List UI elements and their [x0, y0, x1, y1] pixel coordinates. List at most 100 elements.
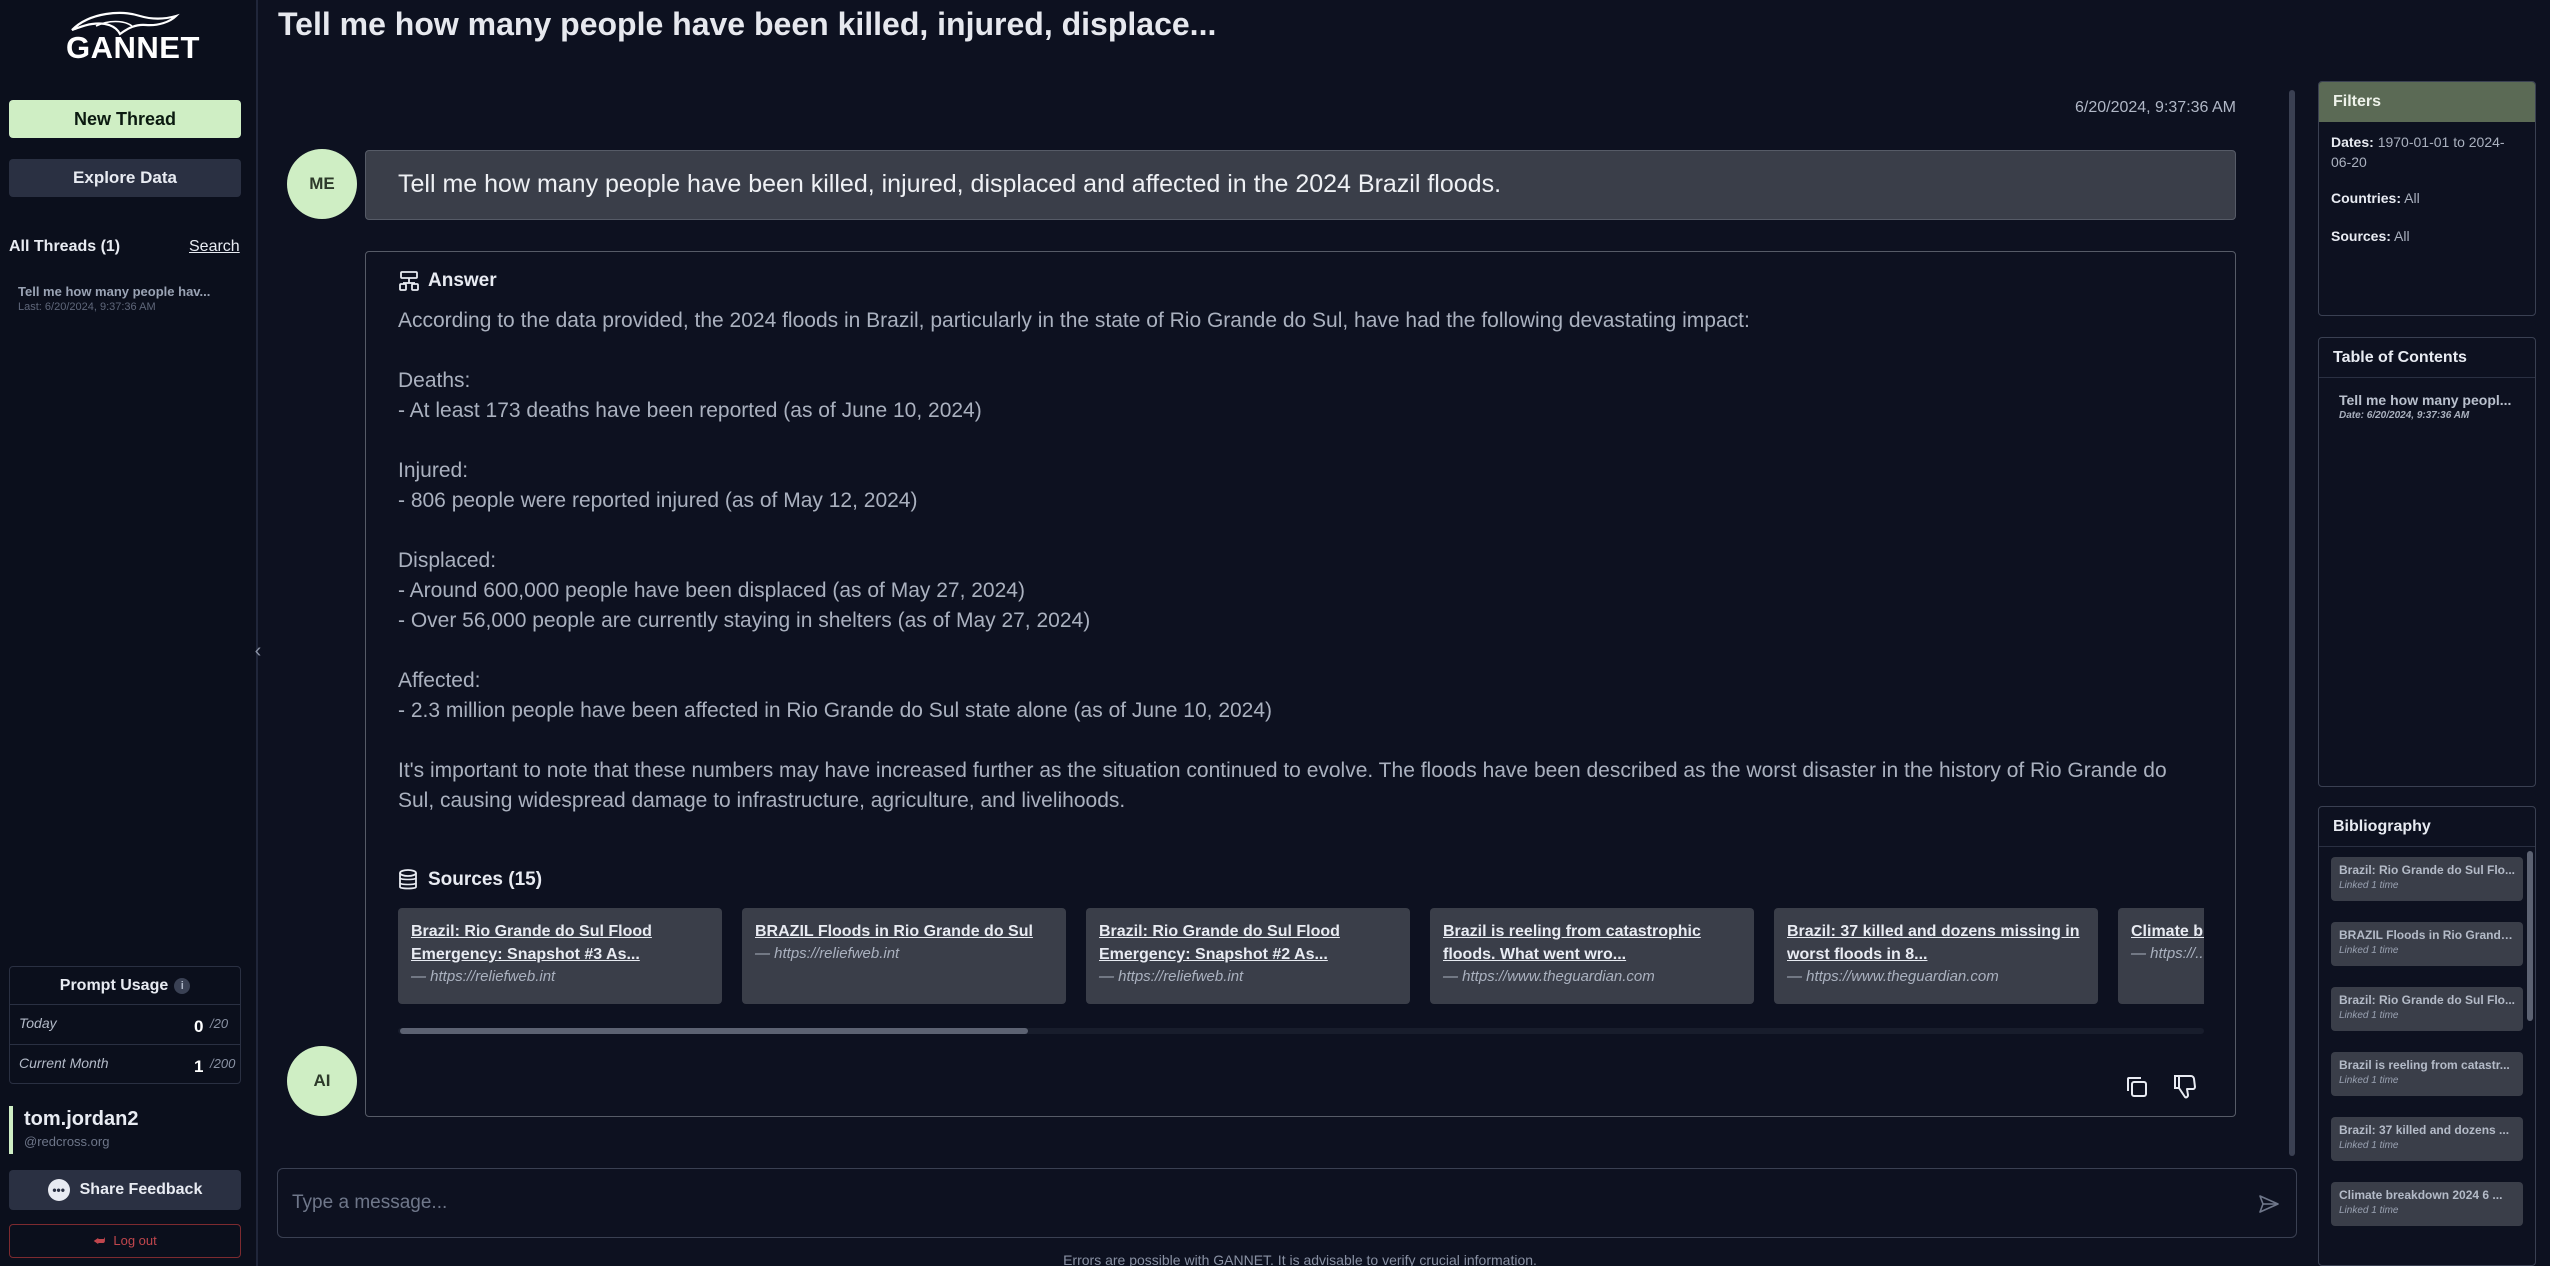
answer-affected-heading: Affected:: [398, 669, 481, 692]
user-message: Tell me how many people have been killed…: [365, 150, 2236, 220]
bibliography-item[interactable]: Brazil: Rio Grande do Sul Flo... Linked …: [2331, 987, 2523, 1031]
filter-dates-label: Dates:: [2331, 134, 2374, 150]
bibliography-item-count: Linked 1 time: [2339, 1140, 2399, 1151]
message-timestamp: 6/20/2024, 9:37:36 AM: [2074, 99, 2236, 116]
source-card[interactable]: Brazil is reeling from catastrophic floo…: [1430, 908, 1754, 1004]
network-icon: [399, 271, 419, 291]
usage-month-value: 1: [194, 1057, 204, 1076]
sources-scrollbar-thumb[interactable]: [400, 1028, 1028, 1034]
source-card[interactable]: Brazil: Rio Grande do Sul Flood Emergenc…: [398, 908, 722, 1004]
exit-door-icon: ⮨: [93, 1233, 106, 1248]
filter-dates: Dates: 1970-01-01 to 2024-06-20: [2319, 132, 2535, 172]
usage-month-label: Current Month: [19, 1055, 109, 1071]
filters-panel: Filters Dates: 1970-01-01 to 2024-06-20 …: [2318, 81, 2536, 316]
source-card[interactable]: BRAZIL Floods in Rio Grande do Sul — htt…: [742, 908, 1066, 1004]
source-card[interactable]: Brazil: 37 killed and dozens missing in …: [1774, 908, 2098, 1004]
logout-button[interactable]: ⮨ Log out: [9, 1224, 241, 1258]
user-email: @redcross.org: [24, 1134, 110, 1149]
send-icon[interactable]: [2258, 1193, 2280, 1215]
toc-item[interactable]: Tell me how many peopl... Date: 6/20/202…: [2319, 378, 2535, 421]
bibliography-item-count: Linked 1 time: [2339, 945, 2399, 956]
source-url: — https://www.theguardian.com: [1443, 968, 1655, 985]
filter-sources: Sources: All: [2319, 226, 2535, 246]
bibliography-item-count: Linked 1 time: [2339, 880, 2399, 891]
user-name: tom.jordan2: [24, 1108, 139, 1130]
source-card[interactable]: Brazil: Rio Grande do Sul Flood Emergenc…: [1086, 908, 1410, 1004]
copy-icon[interactable]: [2124, 1074, 2150, 1100]
bibliography-item-title: Brazil: Rio Grande do Sul Flo...: [2339, 863, 2515, 877]
bibliography-item[interactable]: BRAZIL Floods in Rio Grande... Linked 1 …: [2331, 922, 2523, 966]
search-threads-link[interactable]: Search: [189, 238, 240, 256]
toc-item-date: Date: 6/20/2024, 9:37:36 AM: [2339, 410, 2470, 421]
logo-wordmark: GANNET: [66, 30, 200, 65]
explore-data-button[interactable]: Explore Data: [9, 159, 241, 197]
usage-today-max: /20: [210, 1016, 229, 1031]
bibliography-title: Bibliography: [2319, 807, 2535, 847]
bibliography-item-title: BRAZIL Floods in Rio Grande...: [2339, 928, 2515, 942]
bibliography-item-count: Linked 1 time: [2339, 1010, 2399, 1021]
user-accent-bar: [9, 1106, 13, 1154]
bibliography-item[interactable]: Brazil: Rio Grande do Sul Flo... Linked …: [2331, 857, 2523, 901]
source-url: — https://reliefweb.int: [755, 945, 900, 962]
source-title[interactable]: Climate b... climate c...: [2131, 920, 2204, 943]
filters-title: Filters: [2319, 82, 2535, 122]
source-title[interactable]: Brazil: Rio Grande do Sul Flood Emergenc…: [1099, 920, 1397, 966]
filter-countries-value: All: [2404, 190, 2420, 206]
collapse-sidebar-chevron-icon[interactable]: ‹: [248, 636, 268, 666]
chat-bubble-icon: •••: [47, 1178, 70, 1201]
usage-month-max: /200: [210, 1056, 236, 1071]
source-url: — https://reliefweb.int: [411, 968, 556, 985]
answer-label: Answer: [428, 270, 497, 292]
sidebar: GANNET New Thread Explore Data All Threa…: [0, 0, 261, 1266]
filter-sources-label: Sources:: [2331, 228, 2391, 244]
source-title[interactable]: Brazil is reeling from catastrophic floo…: [1443, 920, 1741, 966]
thread-last-updated: Last: 6/20/2024, 9:37:36 AM: [18, 301, 156, 313]
info-icon[interactable]: i: [174, 977, 191, 994]
toc-item-title: Tell me how many peopl...: [2339, 392, 2512, 408]
bibliography-scrollbar[interactable]: [2527, 851, 2533, 1021]
sources-carousel[interactable]: Brazil: Rio Grande do Sul Flood Emergenc…: [398, 908, 2204, 1004]
bibliography-item[interactable]: Brazil is reeling from catastr... Linked…: [2331, 1052, 2523, 1096]
disclaimer-text: Errors are possible with GANNET. It is a…: [1063, 1252, 1537, 1266]
filter-countries-label: Countries:: [2331, 190, 2401, 206]
sources-scrollbar[interactable]: [398, 1028, 2204, 1034]
answer-affected-item: - 2.3 million people have been affected …: [398, 699, 1273, 722]
page-title: Tell me how many people have been killed…: [278, 6, 1217, 42]
prompt-usage-panel: Prompt Usage i Today 0 /20 Current Month …: [9, 966, 241, 1084]
answer-injured-heading: Injured:: [398, 459, 469, 482]
sources-header: Sources (15): [398, 869, 542, 891]
answer-deaths-heading: Deaths:: [398, 369, 471, 392]
answer-injured-item: - 806 people were reported injured (as o…: [398, 489, 918, 512]
logout-label: Log out: [113, 1233, 157, 1248]
message-composer: [277, 1168, 2297, 1238]
bibliography-item-count: Linked 1 time: [2339, 1075, 2399, 1086]
source-title[interactable]: BRAZIL Floods in Rio Grande do Sul: [755, 920, 1053, 943]
table-of-contents-panel: Table of Contents Tell me how many peopl…: [2318, 337, 2536, 787]
share-feedback-label: Share Feedback: [79, 1181, 203, 1198]
database-icon: [399, 869, 417, 890]
source-title[interactable]: Brazil: Rio Grande do Sul Flood Emergenc…: [411, 920, 709, 966]
bibliography-item[interactable]: Climate breakdown 2024 6 ... Linked 1 ti…: [2331, 1182, 2523, 1226]
message-input[interactable]: [292, 1183, 2212, 1223]
answer-displaced-item: - Over 56,000 people are currently stayi…: [398, 609, 1091, 632]
share-feedback-button[interactable]: ••• Share Feedback: [9, 1170, 241, 1210]
source-url: — https://reliefweb.int: [1099, 968, 1244, 985]
source-url: — https://...: [2131, 945, 2204, 962]
bibliography-item[interactable]: Brazil: 37 killed and dozens ... Linked …: [2331, 1117, 2523, 1161]
thumbs-down-icon[interactable]: [2172, 1072, 2198, 1100]
thread-list-item[interactable]: Tell me how many people hav... Last: 6/2…: [18, 284, 238, 313]
sources-label: Sources (15): [428, 869, 543, 891]
answer-header: Answer: [398, 270, 497, 292]
new-thread-button[interactable]: New Thread: [9, 100, 241, 138]
source-card[interactable]: Climate b... climate c... — https://...: [2118, 908, 2204, 1004]
answer-intro: According to the data provided, the 2024…: [398, 309, 1750, 332]
filter-countries: Countries: All: [2319, 188, 2535, 208]
bibliography-item-title: Climate breakdown 2024 6 ...: [2339, 1188, 2503, 1202]
filter-sources-value: All: [2394, 228, 2410, 244]
answer-displaced-item: - Around 600,000 people have been displa…: [398, 579, 1025, 602]
answer-text: According to the data provided, the 2024…: [398, 306, 2198, 816]
source-title[interactable]: Brazil: 37 killed and dozens missing in …: [1787, 920, 2085, 966]
bibliography-item-title: Brazil: Rio Grande do Sul Flo...: [2339, 993, 2515, 1007]
gannet-logo[interactable]: GANNET: [66, 8, 200, 65]
main-scrollbar[interactable]: [2289, 90, 2295, 1156]
